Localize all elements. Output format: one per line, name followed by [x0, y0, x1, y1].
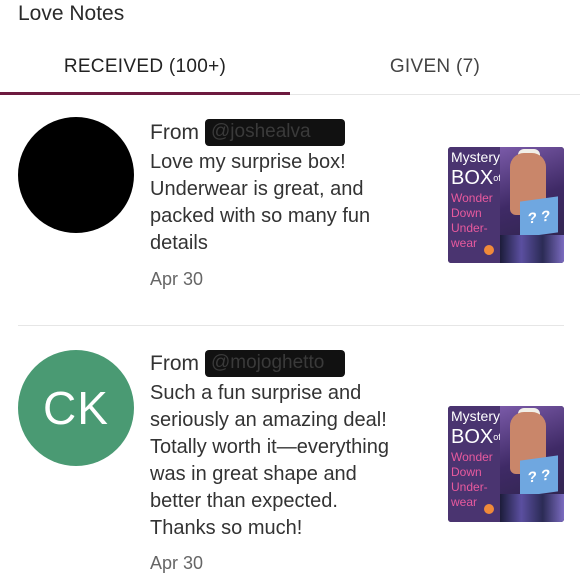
heart-icon	[484, 245, 494, 255]
product-line1: Mystery	[451, 408, 500, 424]
tab-received[interactable]: RECEIVED (100+)	[0, 40, 290, 94]
tab-given[interactable]: GIVEN (7)	[290, 40, 580, 94]
from-label: From	[150, 120, 199, 144]
from-label: From	[150, 351, 199, 375]
from-line: From @joshealva	[150, 119, 345, 146]
product-line2: BOXof	[451, 167, 501, 189]
garments-pile	[500, 494, 564, 522]
note-message: Such a fun surprise and seriously an ama…	[150, 382, 389, 539]
love-note-item: CK From @mojoghetto Such a fun surprise …	[0, 326, 580, 580]
garments-pile	[500, 235, 564, 263]
page-title: Love Notes	[18, 2, 125, 25]
avatar[interactable]: CK	[18, 350, 134, 466]
sender-handle-redacted[interactable]: @mojoghetto	[205, 350, 345, 377]
product-label-panel: Mystery BOXof Wonder Down Under- wear	[448, 147, 501, 263]
avatar[interactable]	[18, 117, 134, 233]
product-line3: Wonder Down Under- wear	[451, 450, 493, 509]
product-line3: Wonder Down Under- wear	[451, 191, 493, 250]
note-date: Apr 30	[150, 553, 204, 573]
sender-handle-redacted[interactable]: @joshealva	[205, 119, 345, 146]
product-thumbnail[interactable]: Mystery BOXof Wonder Down Under- wear ? …	[448, 147, 564, 263]
tab-bar: RECEIVED (100+) GIVEN (7)	[0, 40, 580, 95]
product-thumbnail[interactable]: Mystery BOXof Wonder Down Under- wear ? …	[448, 406, 564, 522]
note-date: Apr 30	[150, 269, 204, 289]
product-line2: BOXof	[451, 426, 501, 448]
from-line: From @mojoghetto	[150, 350, 345, 377]
mystery-box-icon: ? ?	[520, 196, 558, 238]
heart-icon	[484, 504, 494, 514]
product-label-panel: Mystery BOXof Wonder Down Under- wear	[448, 406, 501, 522]
note-message: Love my surprise box! Underwear is great…	[150, 151, 371, 254]
love-note-item: From @joshealva Love my surprise box! Un…	[0, 95, 580, 325]
product-line1: Mystery	[451, 149, 500, 165]
mystery-box-icon: ? ?	[520, 455, 558, 497]
